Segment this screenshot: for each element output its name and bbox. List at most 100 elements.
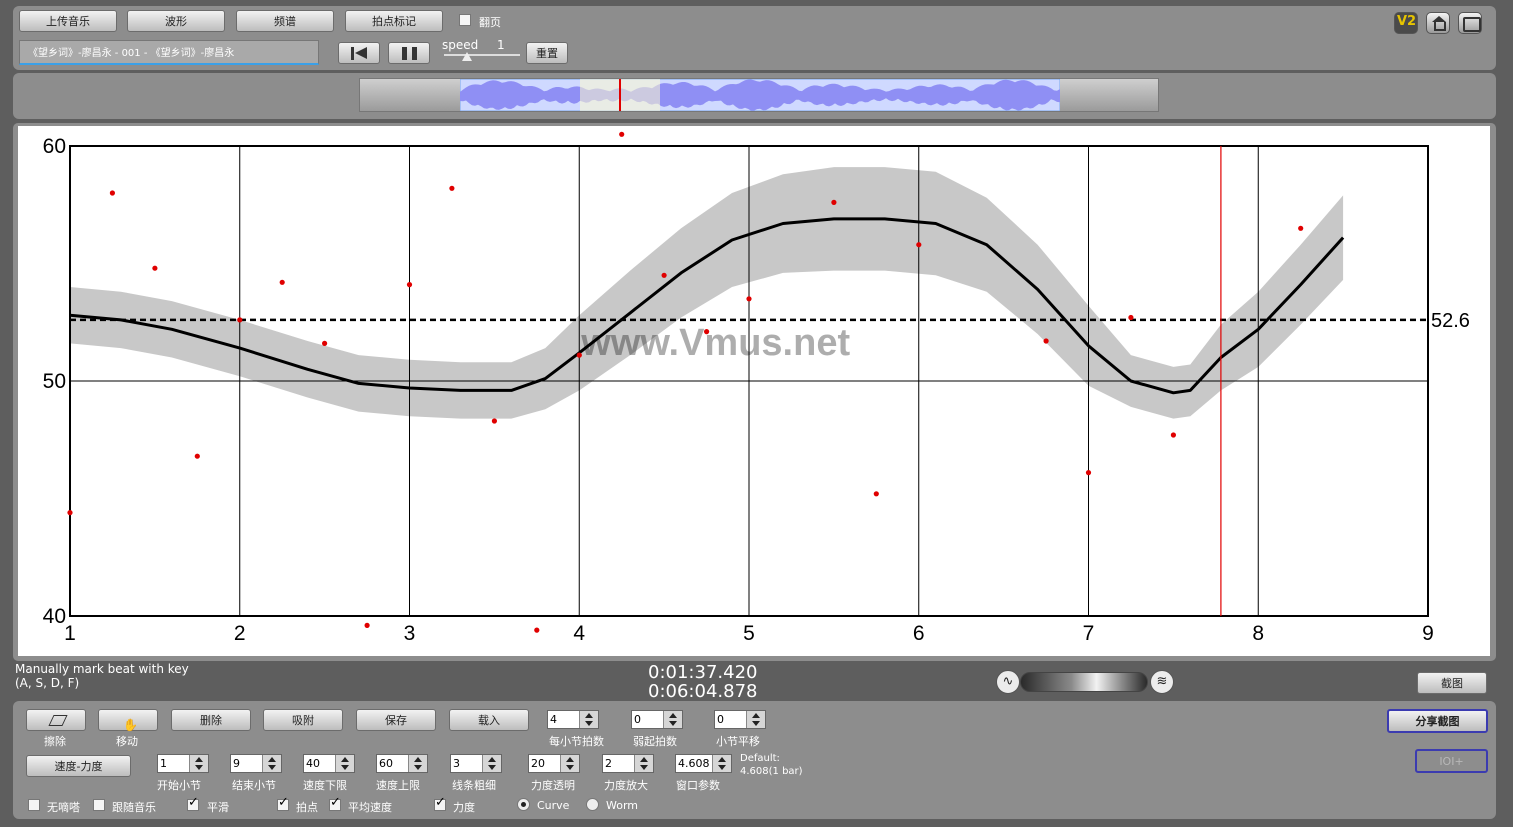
beats-checkbox[interactable] — [277, 795, 289, 811]
dyn-zoom-value: 2 — [605, 757, 612, 770]
erase-label: 擦除 — [44, 735, 66, 748]
line-width-label: 线条粗细 — [452, 779, 496, 792]
tempo-dynamics-button[interactable]: 速度-力度 — [26, 755, 131, 777]
y-tick-label: 60 — [43, 135, 66, 158]
worm-label: Worm — [606, 799, 639, 812]
beat-point — [109, 190, 115, 196]
page-flip-checkbox[interactable] — [459, 14, 471, 26]
line-width-stepper[interactable] — [482, 755, 501, 772]
mute-checkbox[interactable] — [28, 799, 40, 811]
volume-control[interactable]: ∿ ≋ — [996, 670, 1174, 694]
beat-point — [152, 265, 158, 271]
beat-point — [1128, 314, 1134, 321]
beat-point — [1170, 432, 1176, 438]
line-width-input[interactable]: 3 — [450, 754, 502, 773]
pause-button[interactable] — [388, 42, 430, 64]
start-bar-label: 开始小节 — [157, 779, 201, 792]
beat-point — [661, 272, 667, 278]
start-bar-input[interactable]: 1 — [157, 754, 209, 773]
pickup-label: 弱起拍数 — [633, 735, 677, 748]
beat-point — [406, 282, 413, 288]
tempo-min-input[interactable]: 40 — [303, 754, 355, 773]
ioi-button[interactable]: IOI+ — [1415, 749, 1488, 773]
tempo-min-stepper[interactable] — [335, 755, 354, 772]
skip-back-arrow-icon — [355, 47, 367, 59]
x-tick-label: 9 — [1422, 622, 1434, 645]
skip-back-icon — [351, 47, 354, 60]
tempo-max-input[interactable]: 60 — [376, 754, 428, 773]
rewind-button[interactable] — [338, 42, 380, 64]
beat-point — [491, 418, 497, 424]
waveform-button[interactable]: 波形 — [127, 10, 225, 32]
home-body-icon — [1434, 22, 1446, 31]
beat-point — [67, 510, 73, 516]
curve-radio[interactable] — [517, 798, 530, 811]
bar-shift-input[interactable]: 0 — [714, 710, 766, 729]
tempo-max-stepper[interactable] — [408, 755, 427, 772]
load-button[interactable]: 载入 — [449, 709, 529, 731]
volume-slider[interactable] — [1020, 672, 1148, 692]
speed-label: speed — [442, 38, 479, 52]
home-icon[interactable] — [1426, 12, 1450, 34]
v2-icon[interactable]: V2 — [1394, 12, 1418, 34]
pickup-stepper[interactable] — [663, 711, 682, 728]
reset-button[interactable]: 重置 — [526, 42, 568, 64]
beat-point — [619, 131, 625, 137]
start-bar-value: 1 — [160, 757, 167, 770]
beats-per-bar-stepper[interactable] — [579, 711, 598, 728]
end-bar-stepper[interactable] — [262, 755, 281, 772]
share-screenshot-button[interactable]: 分享截图 — [1387, 709, 1488, 733]
smooth-checkbox[interactable] — [187, 795, 199, 811]
speed-slider-track[interactable] — [444, 54, 520, 56]
follow-checkbox[interactable] — [93, 799, 105, 811]
erase-button[interactable] — [26, 709, 86, 731]
current-time: 0:01:37.420 — [648, 662, 758, 683]
dyn-zoom-input[interactable]: 2 — [602, 754, 654, 773]
dynamics-label: 力度 — [453, 801, 475, 814]
dyn-zoom-stepper[interactable] — [634, 755, 653, 772]
beat-point — [916, 242, 922, 248]
v2-label: V2 — [1397, 14, 1417, 29]
beat-point — [1298, 225, 1304, 231]
total-time: 0:06:04.878 — [648, 681, 758, 702]
move-button[interactable]: ✋ — [98, 709, 158, 732]
track-title-field[interactable]: 《望乡词》-廖昌永 - 001 - 《望乡词》-廖昌永 — [19, 40, 319, 65]
fullscreen-icon[interactable] — [1458, 12, 1482, 34]
screenshot-button[interactable]: 截图 — [1417, 672, 1487, 694]
spectrum-button[interactable]: 频谱 — [236, 10, 334, 32]
dynamics-checkbox[interactable] — [434, 795, 446, 811]
beats-label: 拍点 — [296, 801, 318, 814]
y-tick-label: 40 — [43, 605, 66, 628]
pickup-input[interactable]: 0 — [631, 710, 683, 729]
smooth-label: 平滑 — [207, 801, 229, 814]
speed-slider-thumb[interactable] — [462, 52, 472, 61]
snap-button[interactable]: 吸附 — [263, 709, 343, 731]
waveform-navigator[interactable] — [359, 78, 1159, 112]
line-width-value: 3 — [453, 757, 460, 770]
dyn-opacity-value: 20 — [531, 757, 545, 770]
window-input[interactable]: 4.608 — [675, 754, 732, 773]
beat-point — [534, 627, 540, 633]
eraser-icon — [48, 715, 68, 726]
upload-music-button[interactable]: 上传音乐 — [19, 10, 117, 32]
window-stepper[interactable] — [712, 755, 731, 772]
follow-label: 跟随音乐 — [112, 801, 156, 814]
hint-keys: (A, S, D, F) — [15, 676, 80, 690]
avg-tempo-checkbox[interactable] — [329, 795, 341, 811]
beats-per-bar-input[interactable]: 4 — [547, 710, 599, 729]
tempo-min-value: 40 — [306, 757, 320, 770]
beat-mark-button[interactable]: 拍点标记 — [345, 10, 443, 32]
average-tempo-label: 52.6 — [1431, 310, 1470, 332]
dyn-opacity-stepper[interactable] — [560, 755, 579, 772]
worm-radio[interactable] — [586, 798, 599, 811]
end-bar-input[interactable]: 9 — [230, 754, 282, 773]
beat-point — [237, 317, 243, 323]
chart-area[interactable]: 52.6 60 50 40 1 2 3 4 5 6 7 8 9 www.Vmus.net — [18, 126, 1490, 656]
save-button[interactable]: 保存 — [356, 709, 436, 731]
delete-button[interactable]: 删除 — [171, 709, 251, 731]
start-bar-stepper[interactable] — [189, 755, 208, 772]
bar-shift-stepper[interactable] — [746, 711, 765, 728]
dyn-opacity-input[interactable]: 20 — [528, 754, 580, 773]
default-value: 4.608(1 bar) — [740, 766, 803, 777]
tempo-max-label: 速度上限 — [376, 779, 420, 792]
